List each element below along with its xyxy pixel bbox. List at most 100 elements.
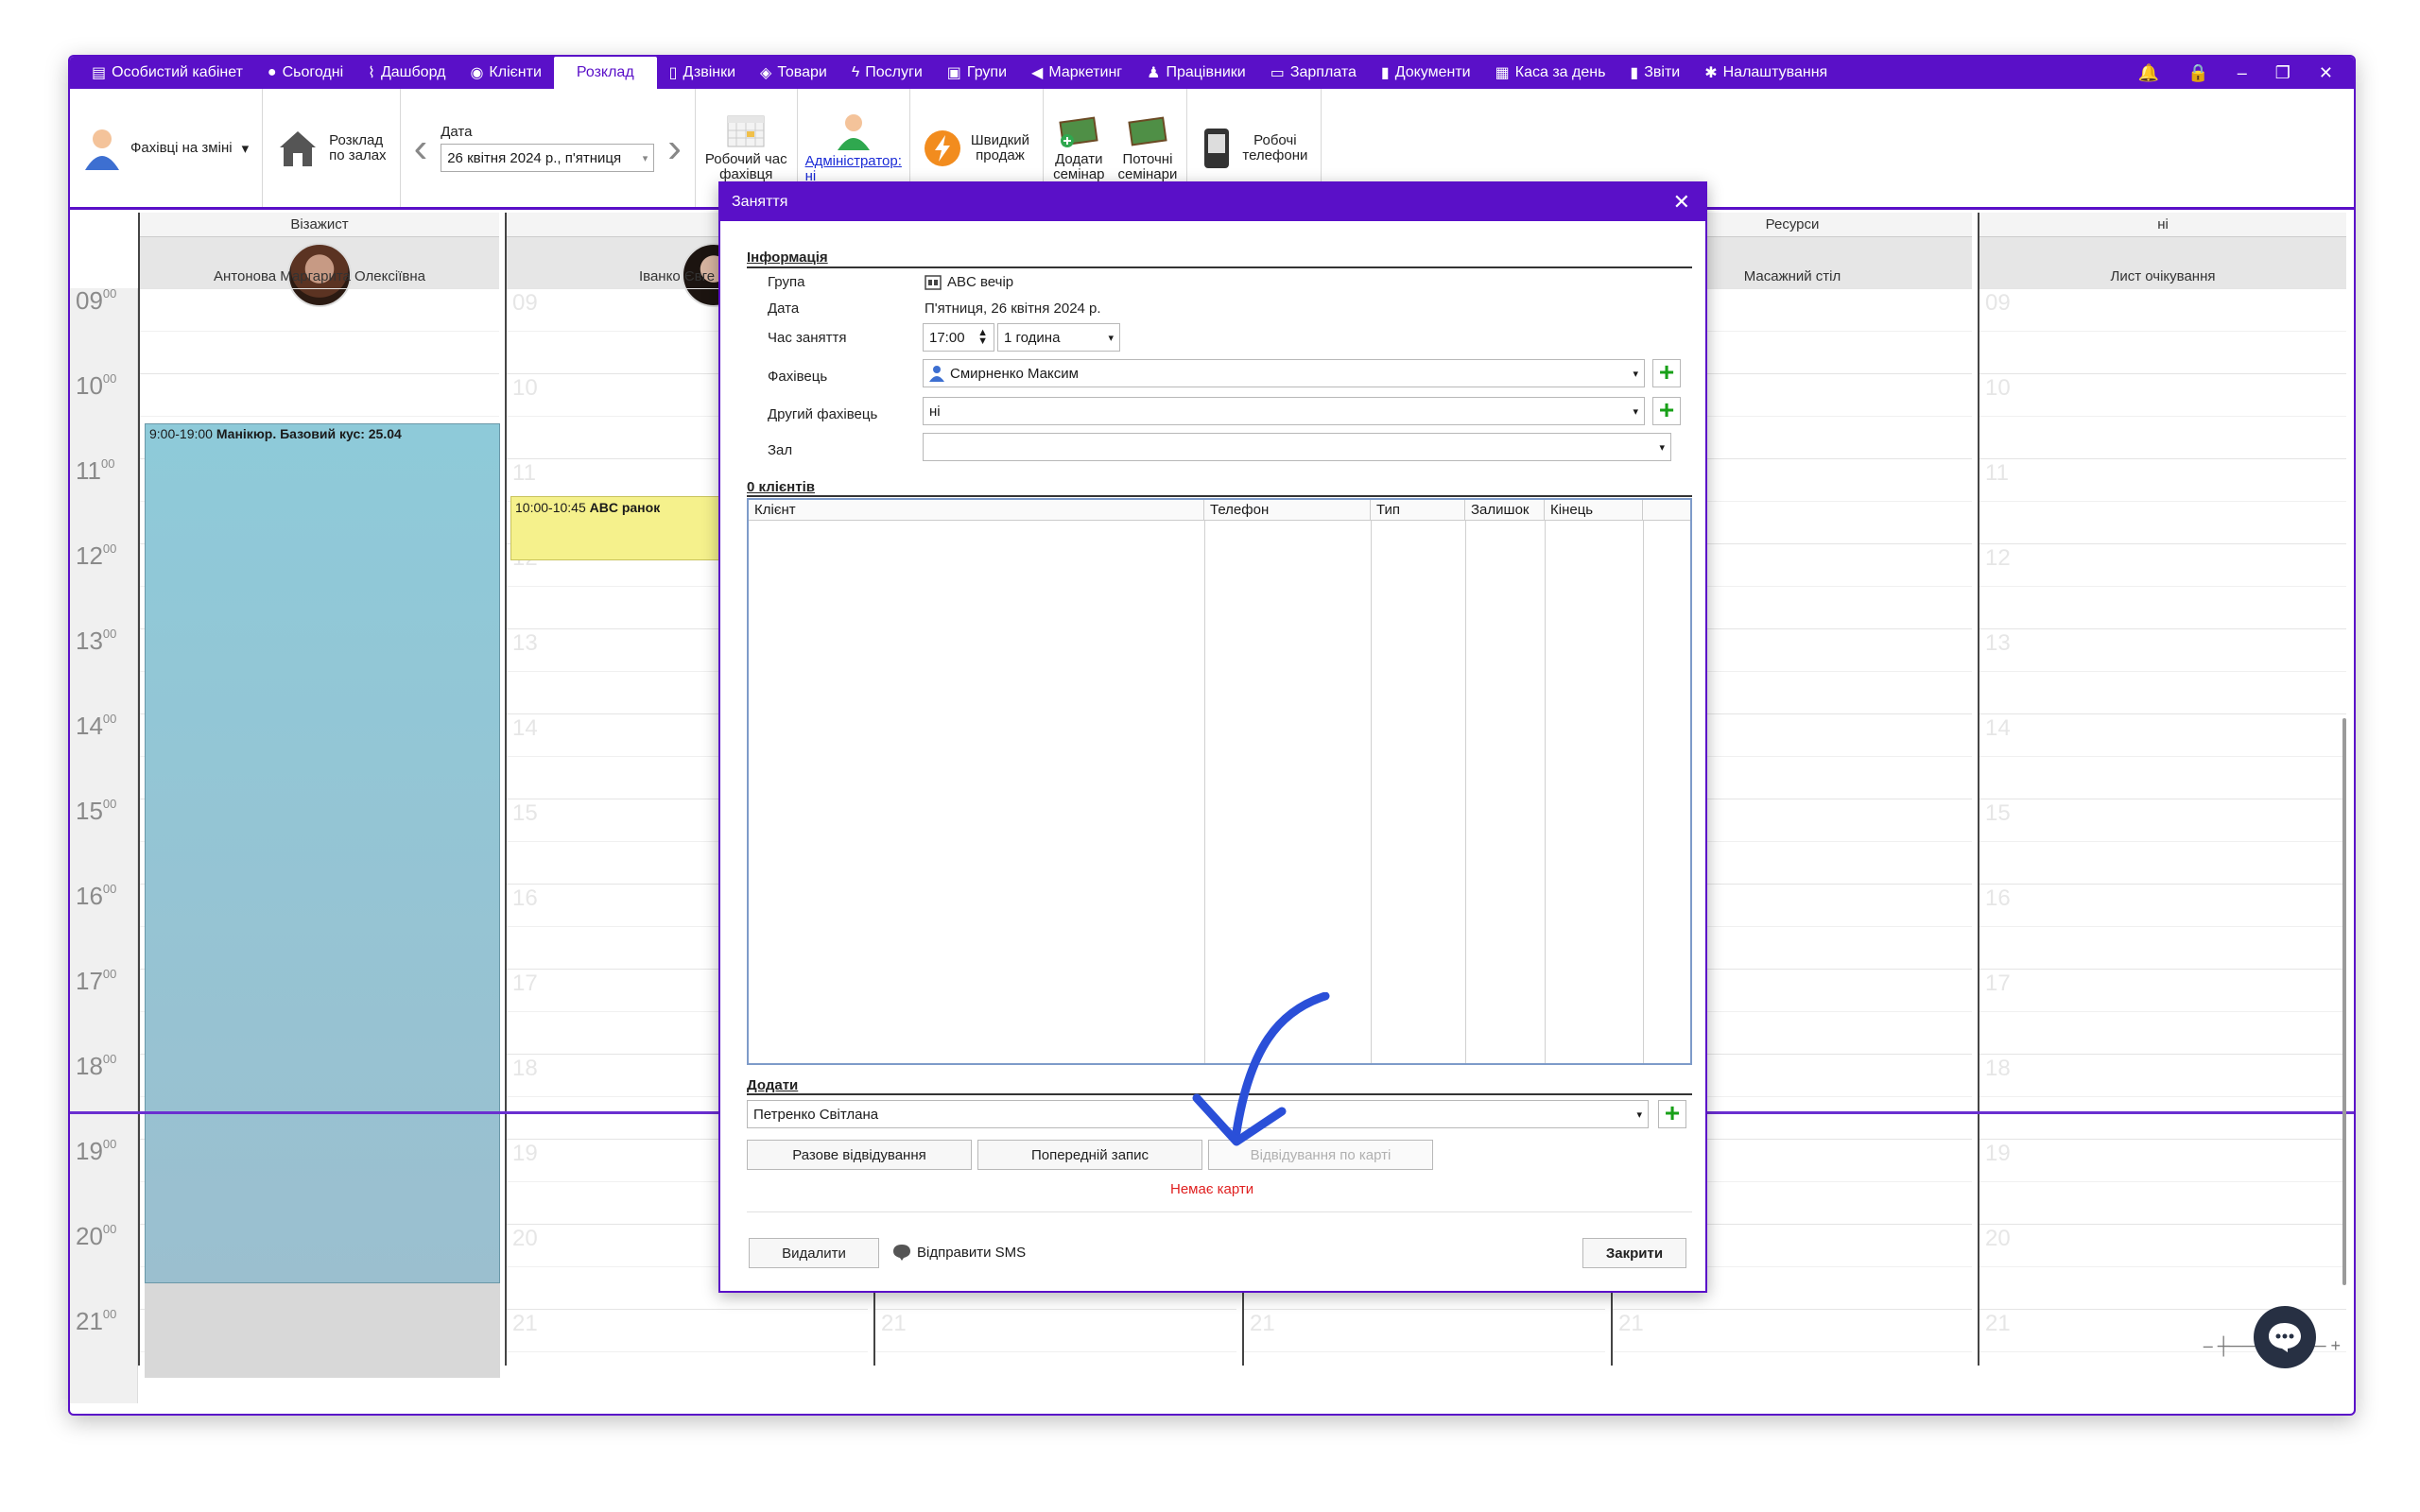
menu-item-7[interactable]: ϟ Послуги (839, 57, 935, 89)
main-menu-bar: ▤ Особистий кабінет ● Сьогодні ⌇ Дашборд ◉ Кліє… (70, 57, 2354, 89)
menu-item-label: Дзвінки (683, 64, 736, 80)
schedule-by-rooms-label-1: Розклад (329, 131, 384, 148)
grid-half-hour-line (1979, 756, 2346, 757)
table-header-end[interactable]: Кінець (1545, 500, 1643, 521)
grid-hour-line (1979, 628, 2346, 629)
column-staff-name: Антонова Маргарита Олексіївна (214, 268, 425, 284)
column-resource-header[interactable]: Лист очікування (1979, 237, 2346, 288)
class-time-stepper[interactable]: 17:00 ▲ ▼ (923, 323, 994, 352)
group-label: Група (768, 274, 805, 290)
appointment-time: 10:00-10:45 (515, 500, 586, 515)
menu-item-2[interactable]: ⌇ Дашборд (355, 57, 458, 89)
group-icon: ▣ (946, 65, 961, 81)
time-minutes: 00 (102, 1052, 117, 1066)
menu-item-14[interactable]: ▮ Звіти (1617, 57, 1692, 89)
menu-item-5[interactable]: ▯ Дзвінки (657, 57, 748, 89)
grid-hour-line (1979, 1139, 2346, 1140)
menu-item-10[interactable]: ♟ Працівники (1134, 57, 1258, 89)
staff-on-shift-group[interactable]: Фахівці на зміні ▾ (70, 89, 264, 207)
delete-button[interactable]: Видалити (749, 1238, 879, 1268)
menu-item-9[interactable]: ◀ Маркетинг (1019, 57, 1134, 89)
menu-item-12[interactable]: ▮ Документи (1369, 57, 1483, 89)
close-window-icon[interactable]: ✕ (2319, 63, 2333, 83)
gear-icon: ✱ (1704, 65, 1718, 81)
footer-divider (747, 1211, 1692, 1212)
menu-item-6[interactable]: ◈ Товари (748, 57, 839, 89)
current-seminars-button[interactable]: Поточні семінари (1118, 114, 1177, 182)
time-hour: 20 (76, 1222, 103, 1250)
date-label: Дата (441, 124, 473, 140)
ghost-time-label: 13 (1985, 630, 2011, 656)
table-header-phone[interactable]: Телефон (1204, 500, 1371, 521)
unavailable-time-block (145, 1283, 500, 1378)
ghost-time-label: 17 (512, 971, 538, 996)
today-icon: ● (267, 64, 277, 80)
table-header-type[interactable]: Тип (1371, 500, 1465, 521)
ghost-time-label: 13 (512, 630, 538, 656)
grid-half-hour-line (1979, 841, 2346, 842)
time-minutes: 00 (102, 1222, 117, 1236)
send-sms-button[interactable]: Відправити SMS (892, 1244, 1026, 1261)
appointment-block[interactable]: 9:00-19:00 Манікюр. Базовий кус: 25.04 (145, 423, 500, 1283)
restore-icon[interactable]: ❐ (2275, 63, 2290, 83)
time-label: 0900 (76, 286, 116, 316)
table-header-remainder[interactable]: Залишок (1465, 500, 1545, 521)
add-client-button[interactable]: + (1658, 1100, 1686, 1128)
prev-date-arrow-icon[interactable]: ‹ (414, 125, 428, 172)
menu-item-label: Групи (966, 64, 1008, 80)
menu-item-label: Маркетинг (1048, 64, 1123, 80)
time-hour: 16 (76, 882, 103, 910)
column-staff-header[interactable]: Антонова Маргарита Олексіївна (140, 237, 499, 307)
menu-item-label: Розклад (576, 64, 634, 80)
menu-item-3[interactable]: ◉ Клієнти (458, 57, 553, 89)
schedule-by-rooms-button[interactable]: Розклад по залах (263, 89, 401, 207)
grid-hour-line (1979, 884, 2346, 885)
bell-icon[interactable]: 🔔 (2138, 63, 2159, 83)
menu-item-0[interactable]: ▤ Особистий кабінет (79, 57, 255, 89)
ghost-time-label: 10 (512, 375, 538, 401)
vertical-scrollbar[interactable] (2342, 718, 2346, 1285)
menu-item-label: Звіти (1644, 64, 1681, 80)
second-specialist-select[interactable]: ні ▾ (923, 397, 1645, 425)
menu-item-8[interactable]: ▣ Групи (935, 57, 1019, 89)
chat-bubble-icon (2269, 1323, 2301, 1352)
chat-support-button[interactable] (2254, 1306, 2316, 1368)
duration-select[interactable]: 1 година ▾ (997, 323, 1120, 352)
hall-select[interactable]: ▾ (923, 433, 1671, 461)
ghost-time-label: 21 (1985, 1311, 2011, 1336)
administrator-link[interactable]: Адміністратор: (805, 153, 902, 169)
menu-item-15[interactable]: ✱ Налаштування (1692, 57, 1840, 89)
box-icon: ◈ (760, 65, 772, 81)
ghost-time-label: 20 (512, 1226, 538, 1251)
menu-item-11[interactable]: ▭ Зарплата (1258, 57, 1369, 89)
ghost-time-label: 20 (1985, 1226, 2011, 1251)
menu-item-13[interactable]: ▦ Каса за день (1483, 57, 1618, 89)
lock-icon[interactable]: 🔒 (2187, 63, 2208, 83)
class-dialog: Заняття ✕ Інформація Група ABC вечір Дат… (718, 181, 1707, 1293)
table-header-client[interactable]: Клієнт (749, 500, 1204, 521)
specialist-select[interactable]: Смирненко Максим ▾ (923, 359, 1645, 387)
spinner-arrows-icon[interactable]: ▲ ▼ (977, 328, 988, 347)
ghost-time-label: 10 (1985, 375, 2011, 401)
add-second-specialist-button[interactable]: + (1652, 397, 1681, 425)
ghost-time-label: 12 (1985, 545, 2011, 571)
next-date-arrow-icon[interactable]: › (667, 125, 682, 172)
ghost-time-label: 21 (1250, 1311, 1275, 1336)
ghost-time-label: 14 (512, 715, 538, 741)
add-section-title: Додати (747, 1077, 799, 1093)
ghost-time-label: 18 (1985, 1056, 2011, 1081)
grid-hour-line (1979, 543, 2346, 544)
menu-item-4[interactable]: Розклад (553, 57, 657, 89)
grid-hour-line (1979, 1224, 2346, 1225)
close-icon[interactable]: ✕ (1673, 190, 1690, 215)
group-name: ABC вечір (947, 274, 1014, 290)
minimize-icon[interactable]: – (2238, 63, 2247, 83)
date-picker-field[interactable]: 26 квітня 2024 р., п'ятниця ▾ (441, 144, 655, 172)
add-specialist-button[interactable]: + (1652, 359, 1681, 387)
menu-item-1[interactable]: ● Сьогодні (255, 57, 355, 89)
pre-booking-button[interactable]: Попередній запис (977, 1140, 1202, 1170)
grid-hour-line (1613, 1309, 1972, 1310)
single-visit-button[interactable]: Разове відвідування (747, 1140, 972, 1170)
close-button[interactable]: Закрити (1582, 1238, 1686, 1268)
add-seminar-button[interactable]: Додати семінар (1053, 114, 1105, 182)
